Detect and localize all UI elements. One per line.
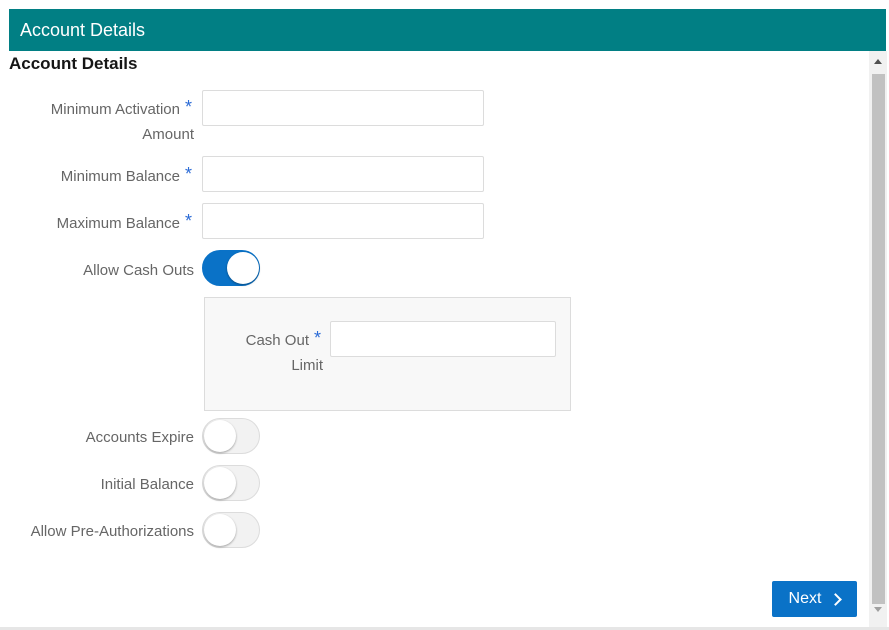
initial-balance-toggle[interactable] [202, 465, 260, 501]
initial-balance-label: Initial Balance [100, 476, 194, 493]
page-header: Account Details [9, 9, 886, 51]
toggle-knob [204, 514, 236, 546]
main-content: Account Details Minimum Activation Amoun… [0, 51, 869, 628]
arrow-up-icon[interactable] [874, 59, 882, 64]
chevron-right-icon [829, 592, 843, 606]
min-balance-input[interactable] [202, 156, 484, 192]
cash-out-limit-label-line1: Cash Out [245, 332, 309, 349]
min-activation-label-line2: Amount [142, 126, 194, 143]
next-button[interactable]: Next [772, 581, 857, 617]
required-marker: * [314, 328, 322, 348]
min-activation-amount-input[interactable] [202, 90, 484, 126]
min-activation-label-line1: Minimum Activation [50, 101, 180, 118]
section-title: Account Details [9, 54, 138, 73]
cash-out-limit-label-line2: Limit [291, 357, 323, 374]
min-balance-label: Minimum Balance [60, 168, 180, 185]
required-marker: * [185, 164, 193, 184]
required-marker: * [185, 211, 193, 231]
scroll-thumb[interactable] [872, 74, 885, 604]
next-button-label: Next [788, 590, 822, 607]
allow-pre-auth-toggle[interactable] [202, 512, 260, 548]
allow-cash-outs-toggle[interactable] [202, 250, 260, 286]
required-marker: * [185, 97, 193, 117]
toggle-knob [204, 467, 236, 499]
allow-pre-auth-label: Allow Pre-Authorizations [30, 523, 194, 540]
arrow-down-icon[interactable] [874, 607, 882, 612]
max-balance-input[interactable] [202, 203, 484, 239]
toggle-knob [204, 420, 236, 452]
vertical-scrollbar[interactable] [869, 51, 887, 628]
accounts-expire-label: Accounts Expire [85, 429, 194, 446]
cash-out-limit-input[interactable] [330, 321, 556, 357]
toggle-knob [227, 252, 259, 284]
header-title: Account Details [20, 20, 146, 40]
cash-out-subpanel: Cash Out Limit * [204, 297, 571, 411]
max-balance-label: Maximum Balance [56, 215, 180, 232]
allow-cash-outs-label: Allow Cash Outs [83, 262, 194, 279]
accounts-expire-toggle[interactable] [202, 418, 260, 454]
